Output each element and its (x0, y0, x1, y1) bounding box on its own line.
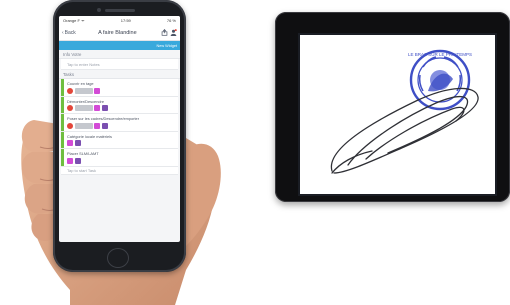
progress-icon (74, 87, 93, 94)
signature-icon[interactable] (101, 105, 108, 111)
back-label: Back (64, 29, 76, 36)
section-header-description: Info Votre (59, 50, 180, 59)
battery-label: 76 % (166, 18, 176, 23)
back-button[interactable]: ‹ Back (62, 30, 76, 36)
signature-icon[interactable] (74, 140, 81, 146)
section-header-tasks: Tasks (59, 70, 180, 79)
signature-strokes (330, 87, 479, 174)
start-task-field[interactable]: Tap to start Task (61, 166, 178, 175)
status-bar: Orange F ᯤ 17:59 76 % (59, 16, 180, 25)
task-status-icons (67, 122, 175, 129)
task-name: Poser sur les cadres/Descendre/emporter (67, 116, 140, 121)
task-name: Démonter/Descendre (67, 98, 104, 104)
photo-icon[interactable] (94, 122, 100, 129)
photo-icon[interactable] (67, 157, 73, 164)
notes-field[interactable]: Tap to enter Notes (61, 59, 178, 70)
share-icon[interactable] (161, 29, 168, 36)
tablet-screen: LE BRAS SUR LE PRINTEMPS (298, 33, 497, 196)
product-showcase: Orange F ᯤ 17:59 76 % ‹ Back A faire Bla… (0, 0, 510, 305)
task-name: Couvrir en tage (67, 81, 94, 86)
task-name: Catégorie locale matériels (67, 133, 112, 139)
clock-label: 17:59 (120, 18, 131, 23)
task-row[interactable]: Poser sur les cadres/Descendre/emporter (61, 114, 178, 132)
earpiece-speaker (105, 9, 135, 12)
progress-icon (74, 105, 93, 111)
phone-screen: Orange F ᯤ 17:59 76 % ‹ Back A faire Bla… (59, 16, 180, 242)
task-status-icons (67, 105, 175, 111)
signature-drawing: LE BRAS SUR LE PRINTEMPS (330, 49, 479, 174)
alert-icon[interactable] (67, 122, 73, 129)
signature-canvas[interactable]: LE BRAS SUR LE PRINTEMPS (300, 35, 495, 194)
alert-icon[interactable] (67, 105, 73, 111)
task-status-icons (67, 87, 175, 94)
smartphone: Orange F ᯤ 17:59 76 % ‹ Back A faire Bla… (53, 0, 186, 272)
home-button[interactable] (107, 248, 129, 268)
photo-icon[interactable] (94, 87, 100, 94)
action-bar: New Widget (59, 41, 180, 50)
photo-icon[interactable] (94, 105, 100, 111)
new-widget-button[interactable]: New Widget (157, 44, 177, 48)
task-status-icons (67, 140, 175, 146)
task-name: Placer SLM/LAMT (67, 151, 99, 156)
stamp-text: LE BRAS SUR LE PRINTEMPS (408, 52, 472, 57)
task-status-icons (67, 157, 175, 164)
progress-icon (74, 122, 93, 129)
signature-icon[interactable] (74, 157, 81, 164)
photo-icon[interactable] (67, 140, 73, 146)
task-row[interactable]: Démonter/Descendre (61, 96, 178, 114)
chevron-left-icon: ‹ (62, 29, 64, 36)
alert-icon[interactable] (67, 87, 73, 94)
tablet: LE BRAS SUR LE PRINTEMPS (275, 12, 510, 202)
page-title: A faire Blandine (98, 29, 137, 36)
user-icon[interactable] (170, 29, 177, 36)
signature-icon[interactable] (101, 122, 108, 129)
task-row[interactable]: Catégorie locale matériels (61, 131, 178, 149)
task-row[interactable]: Couvrir en tage (61, 79, 178, 97)
task-row[interactable]: Placer SLM/LAMT (61, 149, 178, 167)
front-camera (97, 8, 101, 12)
carrier-label: Orange F ᯤ (63, 17, 85, 23)
app-header: ‹ Back A faire Blandine (59, 25, 180, 41)
